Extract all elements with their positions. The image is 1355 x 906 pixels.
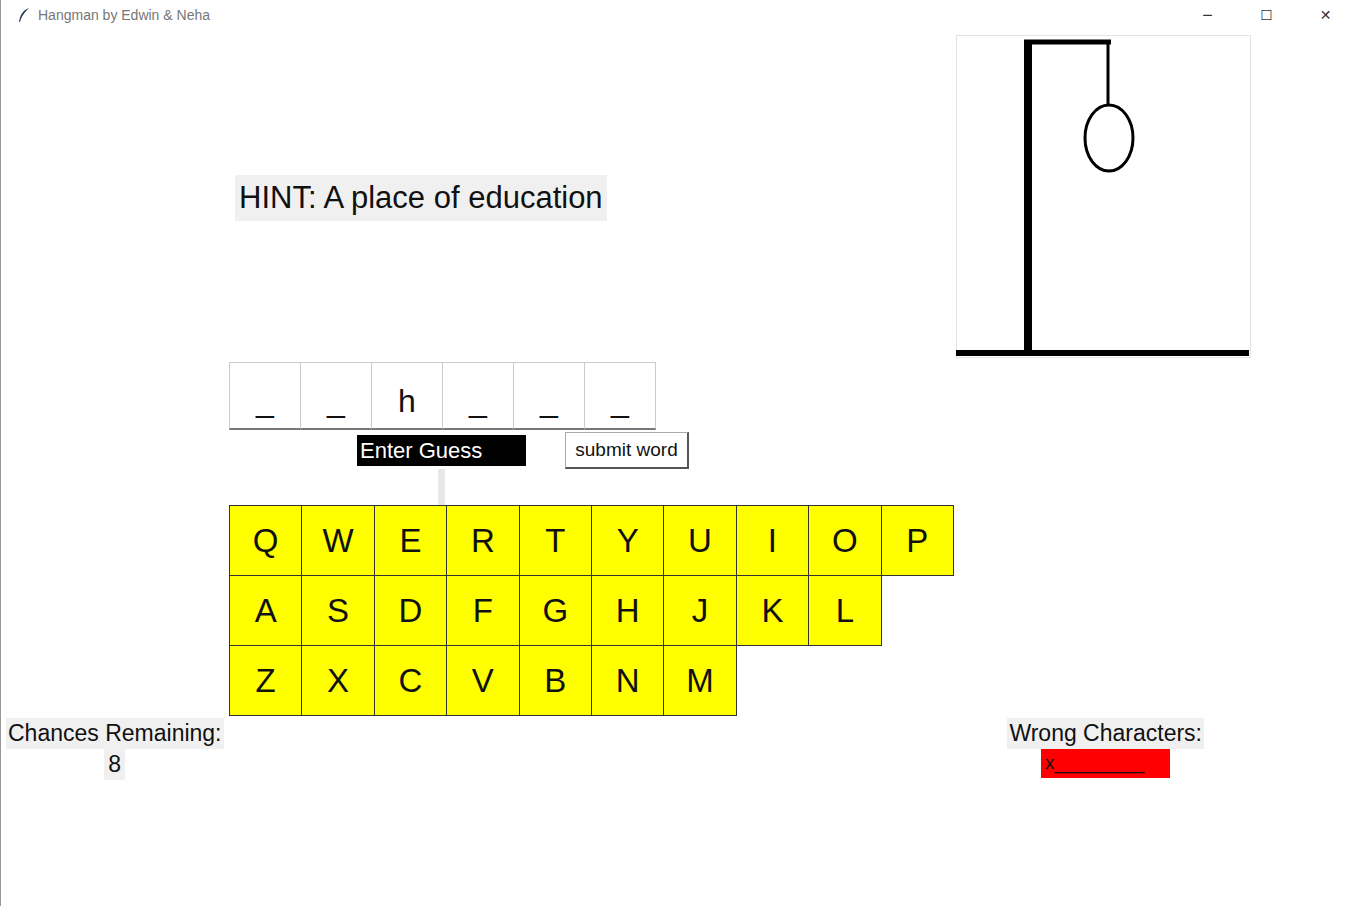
- gallows-icon: [956, 35, 1251, 358]
- letter-slot: _: [442, 362, 514, 430]
- letter-slot: _: [584, 362, 656, 430]
- letter-key[interactable]: I: [736, 505, 809, 576]
- letter-key[interactable]: A: [229, 575, 302, 646]
- window-title: Hangman by Edwin & Neha: [38, 7, 210, 23]
- wrong-characters: x_________: [1041, 749, 1170, 778]
- guess-row: submit word: [229, 432, 689, 469]
- play-column: HINT: A place of education __h___ submit…: [1, 30, 956, 718]
- letter-key[interactable]: N: [591, 645, 664, 716]
- letter-key[interactable]: H: [591, 575, 664, 646]
- feather-icon: [17, 7, 31, 23]
- divider: [438, 469, 445, 505]
- keyboard: QWERTYUIOPASDFGHJKLZXCVBNM: [229, 505, 953, 716]
- letter-key[interactable]: X: [301, 645, 374, 716]
- letter-key[interactable]: S: [301, 575, 374, 646]
- status-row: Chances Remaining: 8 Wrong Characters: x…: [1, 718, 1355, 780]
- game-area: HINT: A place of education __h___ submit…: [1, 30, 1355, 718]
- letter-key[interactable]: F: [446, 575, 519, 646]
- chances-panel: Chances Remaining: 8: [6, 718, 224, 780]
- letter-key[interactable]: Q: [229, 505, 302, 576]
- letter-key[interactable]: O: [808, 505, 881, 576]
- letter-slot: _: [229, 362, 301, 430]
- keyboard-row: ZXCVBNM: [229, 645, 953, 716]
- keyboard-row: QWERTYUIOP: [229, 505, 953, 576]
- letter-slot: _: [513, 362, 585, 430]
- wrong-label: Wrong Characters:: [1007, 718, 1204, 749]
- letter-key[interactable]: U: [663, 505, 736, 576]
- letter-key[interactable]: E: [374, 505, 447, 576]
- window-control-button[interactable]: ☐: [1237, 7, 1296, 23]
- letter-slot: h: [371, 362, 443, 430]
- hangman-window: Hangman by Edwin & Neha ─☐✕ HINT: A plac…: [0, 0, 1355, 906]
- letter-key[interactable]: P: [881, 505, 954, 576]
- letter-key[interactable]: B: [519, 645, 592, 716]
- letter-key[interactable]: K: [736, 575, 809, 646]
- keyboard-row: ASDFGHJKL: [229, 575, 953, 646]
- letter-key[interactable]: C: [374, 645, 447, 716]
- chances-label: Chances Remaining:: [6, 718, 224, 749]
- letter-key[interactable]: W: [301, 505, 374, 576]
- title-bar: Hangman by Edwin & Neha ─☐✕: [1, 0, 1355, 30]
- hint-label: HINT: A place of education: [235, 175, 607, 221]
- wrong-panel: Wrong Characters: x_________: [1007, 718, 1204, 778]
- letter-slot: _: [300, 362, 372, 430]
- letter-key[interactable]: M: [663, 645, 736, 716]
- gallows-column: [956, 30, 1251, 718]
- letter-key[interactable]: Y: [591, 505, 664, 576]
- letter-key[interactable]: L: [808, 575, 881, 646]
- window-controls: ─☐✕: [1178, 7, 1355, 23]
- letter-key[interactable]: V: [446, 645, 519, 716]
- letter-key[interactable]: R: [446, 505, 519, 576]
- head-icon: [1085, 105, 1133, 171]
- submit-button[interactable]: submit word: [565, 432, 689, 469]
- word-row: __h___: [229, 362, 655, 430]
- window-control-button[interactable]: ─: [1178, 7, 1237, 23]
- chances-value: 8: [104, 749, 125, 780]
- window-control-button[interactable]: ✕: [1296, 7, 1355, 23]
- letter-key[interactable]: G: [519, 575, 592, 646]
- guess-entry[interactable]: [357, 435, 526, 466]
- letter-key[interactable]: J: [663, 575, 736, 646]
- letter-key[interactable]: Z: [229, 645, 302, 716]
- letter-key[interactable]: D: [374, 575, 447, 646]
- letter-key[interactable]: T: [519, 505, 592, 576]
